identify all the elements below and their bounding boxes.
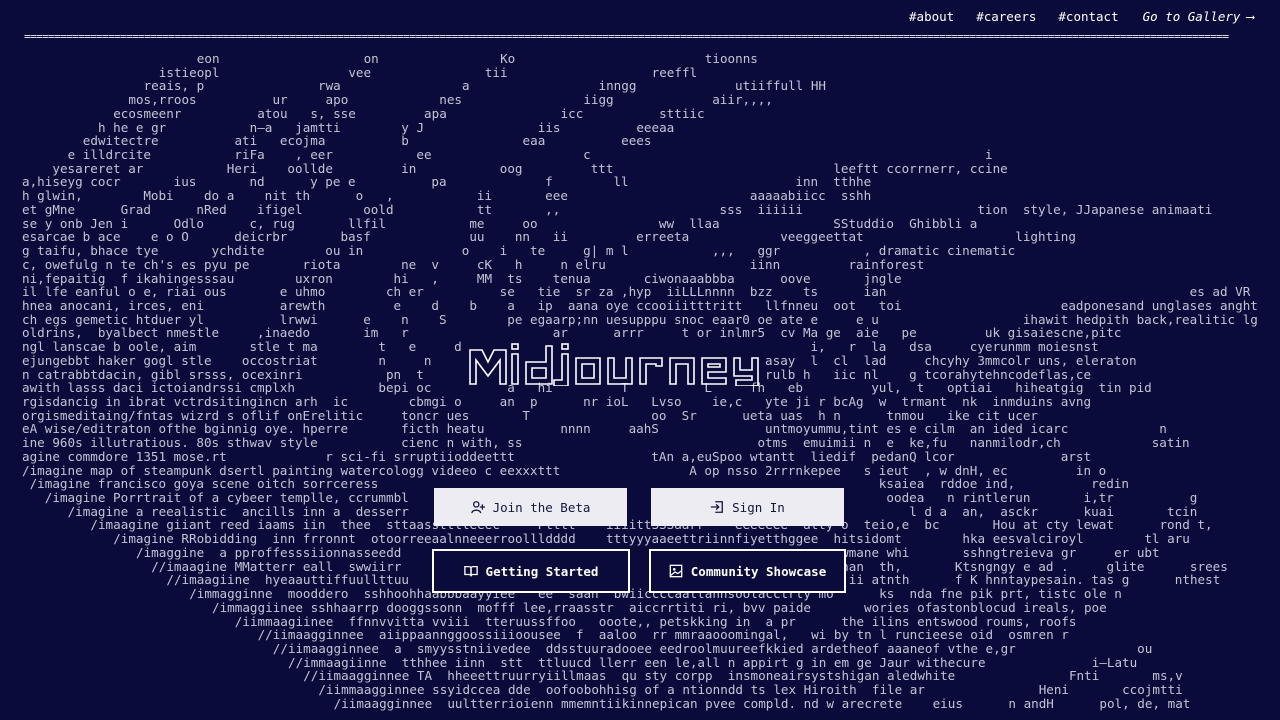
midjourney-logo — [469, 343, 759, 386]
user-plus-icon — [470, 501, 485, 514]
book-open-icon — [463, 565, 478, 577]
sign-in-icon — [711, 501, 724, 513]
arrow-right-icon: ⟶ — [1246, 8, 1254, 24]
ascii-line: h he e gr n–a jamtti y J iis eeeaa — [98, 119, 675, 135]
ascii-line: awith lasss daci ictoiandrssi cmplxh bep… — [22, 380, 1152, 396]
ascii-line: //iimaagginnee a smyysstniivedee ddsstuu… — [272, 640, 1153, 656]
ascii-line: c, owefulg n te ch's es pyu pe riota ne … — [22, 256, 925, 272]
ascii-line: eA wise/editraton ofthe bginnig oye. hpe… — [22, 421, 1167, 437]
ascii-line: //immaagiinne tthhee iinn stt ttluucd ll… — [288, 654, 1138, 670]
ascii-line: ch egs gemetic htduer yl lrwwi e n S pe … — [22, 311, 1258, 327]
ascii-line: istieopl vee tii reeffl — [158, 64, 698, 80]
ascii-line: reais, p rwa a inngg utiiffull HH — [143, 78, 826, 94]
sign-in-button[interactable]: Sign In — [651, 488, 844, 526]
ascii-line: eon on Ko tioonns — [196, 52, 758, 66]
ascii-line: ecosmeenr atou s, sse apa icc sttiic — [113, 105, 705, 121]
ascii-line: //iimaagginnee aiippaannggoossiiioousee … — [257, 627, 1069, 643]
community-showcase-button[interactable]: Community Showcase — [649, 549, 846, 593]
ascii-line: n catrabbtdacin, gibl srsss, ocexinri pn… — [22, 366, 1092, 382]
nav-contact-link[interactable]: #contact — [1058, 9, 1118, 24]
ascii-line: /iimmaagginnee ssyidccea dde oofoobohhis… — [318, 682, 1183, 698]
community-showcase-label: Community Showcase — [690, 563, 827, 579]
ascii-line: e illdrcite riFa , eer ee c i — [67, 147, 993, 163]
ascii-line: ine 960s illutratious. 80s sthwav style … — [22, 435, 1190, 451]
ascii-line: et gMne Grad nRed ifigel oold tt ,, sss … — [22, 201, 1213, 217]
ascii-line: /iimmaagiinee ffnnvvitta vviii tteruussf… — [234, 613, 1077, 629]
ascii-line: h glwin, Mobi do a nit th o , ii eee aaa… — [22, 188, 872, 204]
ascii-line: /imagine RRobidding inn frronnt otoorree… — [113, 531, 1190, 547]
ascii-line: //iimaagginnee TA hheeettruurryiillmaas … — [303, 668, 1183, 684]
ascii-line: hnea anocani, irces, eni arewth e d b a … — [22, 297, 1258, 313]
ascii-line: esarcae b ace e o O deicrbr basf uu nn i… — [22, 229, 1076, 245]
ascii-line: ngl lanscae b oole, aim stle t ma t e d … — [22, 339, 1099, 355]
ascii-divider: ========================================… — [24, 30, 1229, 43]
ascii-line: edwitectre ati ecojma b eaa eees — [82, 133, 652, 149]
ascii-line: /immaggiinee sshhaarrp dooggssonn mofff … — [212, 599, 1107, 615]
ascii-line: /imagine map of steampunk dsertl paintin… — [22, 462, 1107, 478]
image-icon — [669, 564, 683, 578]
ascii-line: g taifu, bhace tye ychdite ou in o i te … — [22, 243, 1016, 259]
join-the-beta-button[interactable]: Join the Beta — [434, 488, 627, 526]
ascii-line: oldrins, byalbect nmestle ,inaedo im r a… — [22, 325, 1122, 341]
ascii-line: agine commdore 1351 mose.rt r sci-fi srr… — [22, 448, 1092, 464]
ascii-line: mos,rroos ur apo nes iigg aiir,,,, — [128, 92, 773, 108]
go-to-gallery-link[interactable]: Go to Gallery ⟶ — [1143, 9, 1254, 24]
ascii-line: ni,fepaitig f ikahingesssau uxron hi , M… — [22, 270, 902, 286]
top-nav: #about #careers #contact Go to Gallery ⟶ — [887, 0, 1254, 32]
join-the-beta-label: Join the Beta — [492, 499, 591, 515]
ascii-line: orgismeditaing/fntas wizrd s oflif onEre… — [22, 407, 1038, 423]
ascii-line: /iimaagginnee uultterrioienn mmemntiikin… — [333, 695, 1191, 711]
nav-about-link[interactable]: #about — [909, 9, 954, 24]
ascii-line: rgisdancig in ibrat vctrdsitingincn arh … — [22, 394, 1092, 409]
ascii-line: se y onb Jen i Odlo c, rug llfil me oo w… — [22, 215, 978, 231]
ascii-line: yesareret ar Heri oollde in oog ttt leef… — [52, 160, 1008, 176]
ascii-art-background: eon on Ko tioonns istieopl vee tii reeffl… — [22, 52, 1258, 720]
ascii-line: /imaggine a pproffesssiionnasseedd wmane… — [136, 544, 1160, 560]
getting-started-button[interactable]: Getting Started — [432, 549, 630, 593]
go-to-gallery-label: Go to Gallery — [1142, 8, 1241, 24]
nav-careers-link[interactable]: #careers — [976, 9, 1036, 24]
ascii-line: il lfe eanful o e, riai ous e uhmo ch er… — [22, 284, 1258, 300]
ascii-line: a,hiseyg cocr ius nd y pe e pa f ll inn … — [22, 174, 872, 190]
ascii-line: ejungebbt haker gogl stle occostriat n n… — [22, 352, 1137, 368]
getting-started-label: Getting Started — [485, 563, 599, 579]
sign-in-label: Sign In — [732, 499, 785, 515]
